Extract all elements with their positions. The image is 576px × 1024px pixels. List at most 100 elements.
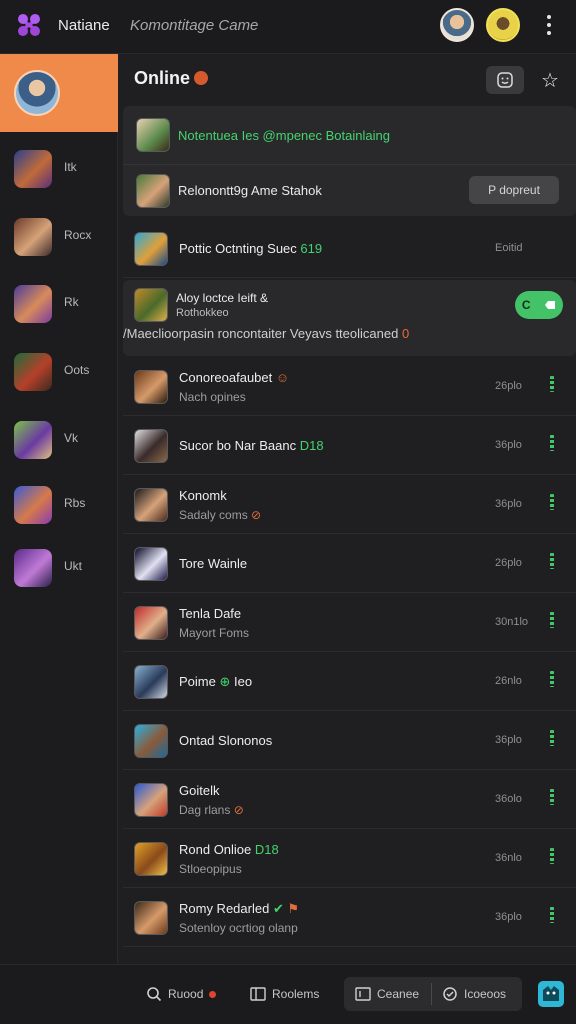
row-time: 36olo bbox=[495, 793, 522, 805]
signal-icon bbox=[550, 612, 554, 628]
refresh-icon bbox=[443, 987, 457, 1001]
list-item[interactable]: Conoreoafaubet ☺ Nach opines 26plo bbox=[123, 358, 576, 416]
rail-item-4[interactable]: Oots bbox=[0, 349, 118, 399]
row-thumb bbox=[134, 783, 168, 817]
rail-item-active[interactable] bbox=[0, 54, 118, 132]
icons-tab[interactable]: Icoeoos bbox=[442, 981, 506, 1007]
row-name: Goitelk bbox=[179, 783, 220, 798]
divider bbox=[431, 983, 432, 1005]
witch-avatar-icon bbox=[14, 486, 52, 524]
list-item[interactable]: Ontad Slononos 36plo bbox=[123, 712, 576, 770]
row-name: Konomk bbox=[179, 488, 227, 503]
app-name: Natiane bbox=[58, 17, 110, 34]
rooms-tab[interactable]: Roolems bbox=[250, 981, 319, 1007]
row-time: 36plo bbox=[495, 498, 522, 510]
app-logo-icon[interactable] bbox=[14, 10, 44, 40]
wizard-avatar-icon bbox=[14, 150, 52, 188]
featured-thumb-2[interactable] bbox=[136, 174, 170, 208]
rail-item-label: Rk bbox=[64, 295, 79, 309]
divider bbox=[123, 164, 576, 165]
more-menu-icon[interactable] bbox=[538, 12, 560, 38]
row-sub: Stloeopipus bbox=[179, 862, 242, 876]
pirate-avatar-icon bbox=[14, 353, 52, 391]
row-thumb bbox=[134, 606, 168, 640]
list-item[interactable]: Goitelk Dag rlans ⊘ 36olo bbox=[123, 771, 576, 829]
profile-avatar[interactable] bbox=[440, 8, 474, 42]
rail-item-6[interactable]: Rbs bbox=[0, 482, 118, 532]
sorcerer-avatar-icon bbox=[14, 549, 52, 587]
left-rail: Itk Rocx Rk Oots Vk Rbs Ukt bbox=[0, 54, 118, 964]
featured-line-1: Notentuea Ies @mpenec Botainlaing bbox=[178, 128, 390, 143]
row-time: 30n1lo bbox=[495, 616, 529, 628]
rail-item-label: Rbs bbox=[64, 496, 86, 510]
rail-item-label: Ukt bbox=[64, 559, 82, 573]
notice-card: Aloy loctce Ieift & Rothokkeo /Maeclioor… bbox=[123, 280, 576, 356]
featured-card: Notentuea Ies @mpenec Botainlaing Relono… bbox=[123, 106, 576, 216]
row-name: Sucor bo Nar Baanc D18 bbox=[179, 438, 324, 453]
row-sub: Sadaly coms ⊘ bbox=[179, 508, 262, 522]
row-thumb bbox=[134, 724, 168, 758]
friend-avatar[interactable] bbox=[486, 8, 520, 42]
rail-item-1[interactable]: Itk bbox=[0, 146, 118, 196]
row-time: 26nlo bbox=[495, 675, 522, 687]
signal-icon bbox=[550, 730, 554, 746]
signal-icon bbox=[550, 376, 554, 392]
row-thumb bbox=[134, 665, 168, 699]
rail-item-2[interactable]: Rocx bbox=[0, 214, 118, 264]
row-time: 36plo bbox=[495, 911, 522, 923]
list-item[interactable]: Poime ⊕ Ieo 26nlo bbox=[123, 653, 576, 711]
row-time: 36plo bbox=[495, 734, 522, 746]
highlight-row[interactable]: Pottic Octnting Suec 619 Eoitid bbox=[123, 220, 576, 278]
list-item[interactable]: Romy Redarled ✔ ⚑ Sotenloy ocrtiog olanp… bbox=[123, 889, 576, 947]
games-tab[interactable]: Ceanee bbox=[355, 981, 419, 1007]
star-icon[interactable]: ☆ bbox=[537, 66, 563, 94]
rail-item-7[interactable]: Ukt bbox=[0, 545, 118, 595]
row-name: Romy Redarled ✔ ⚑ bbox=[179, 901, 300, 916]
list-item[interactable]: Tore Wainle 26plo bbox=[123, 535, 576, 593]
row-thumb bbox=[134, 901, 168, 935]
notice-title: Aloy loctce Ieift & bbox=[176, 291, 269, 305]
app-shortcut-icon[interactable] bbox=[538, 981, 564, 1007]
row-thumb bbox=[134, 547, 168, 581]
notice-subtitle: Rothokkeo bbox=[176, 307, 229, 319]
rail-item-5[interactable]: Vk bbox=[0, 417, 118, 467]
row-name: Pottic Octnting Suec 619 bbox=[179, 241, 323, 256]
row-time: 36plo bbox=[495, 439, 522, 451]
search-icon bbox=[147, 987, 162, 1002]
featured-line-2: Relonontt9g Ame Stahok bbox=[178, 183, 322, 198]
row-name: Poime ⊕ Ieo bbox=[179, 674, 253, 689]
elf-avatar-icon bbox=[14, 421, 52, 459]
row-time: 36nlo bbox=[495, 852, 522, 864]
rail-item-3[interactable]: Rk bbox=[0, 281, 118, 331]
row-name: Tenla Dafe bbox=[179, 606, 242, 621]
signal-icon bbox=[550, 553, 554, 569]
signal-icon bbox=[550, 848, 554, 864]
main-panel: Online ☆ Notentuea Ies @mpenec Botainlai… bbox=[123, 54, 576, 964]
chat-button[interactable] bbox=[486, 66, 524, 94]
active-avatar-icon bbox=[14, 70, 60, 116]
notice-body: /Maeclioorpasin roncontaiter Veyavs tteo… bbox=[123, 326, 410, 341]
row-sub: Dag rlans ⊘ bbox=[179, 803, 244, 817]
row-thumb bbox=[134, 429, 168, 463]
list-item[interactable]: Tenla Dafe Mayort Foms 30n1lo bbox=[123, 594, 576, 652]
row-name: Ontad Slononos bbox=[179, 733, 273, 748]
signal-icon bbox=[550, 789, 554, 805]
row-name: Tore Wainle bbox=[179, 556, 248, 571]
notice-thumb[interactable] bbox=[134, 288, 168, 322]
row-name: Conoreoafaubet ☺ bbox=[179, 370, 290, 385]
tag-icon bbox=[545, 301, 556, 309]
mage-avatar-icon bbox=[14, 285, 52, 323]
search-tab[interactable]: Ruood bbox=[146, 981, 217, 1007]
signal-icon bbox=[550, 671, 554, 687]
row-thumb bbox=[134, 488, 168, 522]
list-item[interactable]: Rond Onlioe D18 Stloeopipus 36nlo bbox=[123, 830, 576, 888]
smiley-chat-icon bbox=[497, 72, 513, 88]
notification-dot bbox=[209, 990, 217, 998]
notice-toggle[interactable]: C bbox=[515, 291, 563, 319]
list-item[interactable]: Konomk Sadaly coms ⊘ 36plo bbox=[123, 476, 576, 534]
signal-icon bbox=[550, 907, 554, 923]
featured-thumb-1[interactable] bbox=[136, 118, 170, 152]
featured-action-button[interactable]: P dopreut bbox=[469, 176, 559, 204]
list-item[interactable]: Sucor bo Nar Baanc D18 36plo bbox=[123, 417, 576, 475]
warrior-avatar-icon bbox=[14, 218, 52, 256]
